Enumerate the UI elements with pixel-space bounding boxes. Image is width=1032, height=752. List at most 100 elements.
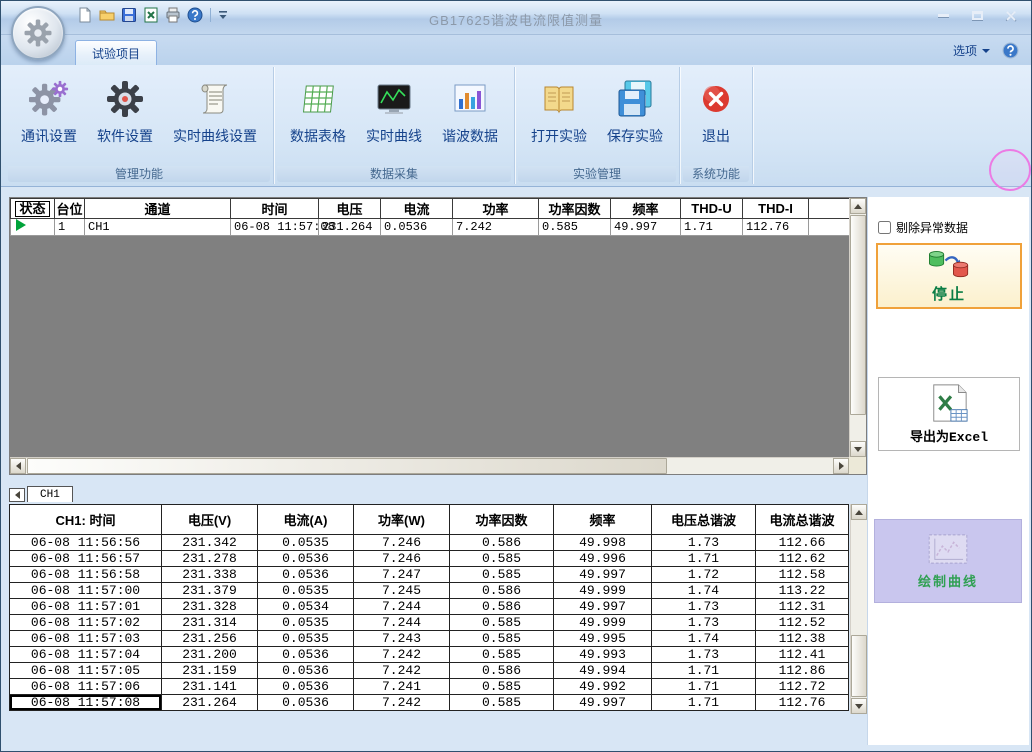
software-settings-button[interactable]: 软件设置 <box>87 71 163 150</box>
history-col-time[interactable]: CH1: 时间 <box>10 505 162 535</box>
history-value-cell: 231.328 <box>162 599 258 615</box>
tab-test-project[interactable]: 试验项目 <box>75 40 157 65</box>
harmonic-data-button[interactable]: 谐波数据 <box>432 71 508 150</box>
live-col-time[interactable]: 时间 <box>231 199 319 219</box>
options-label: 选项 <box>953 42 977 59</box>
history-row[interactable]: 06-08 11:56:57231.2780.05367.2460.58549.… <box>10 551 849 567</box>
history-value-cell: 231.264 <box>162 695 258 711</box>
history-value-cell: 49.992 <box>554 679 652 695</box>
history-time-cell: 06-08 11:57:08 <box>10 695 162 711</box>
history-col-power-factor[interactable]: 功率因数 <box>450 505 554 535</box>
scroll-up-button[interactable] <box>850 198 866 214</box>
live-col-frequency[interactable]: 频率 <box>611 199 681 219</box>
live-horizontal-scrollbar[interactable] <box>10 457 849 474</box>
history-value-cell: 0.0535 <box>258 631 354 647</box>
history-value-cell: 1.74 <box>652 583 756 599</box>
history-value-cell: 0.585 <box>450 679 554 695</box>
button-label: 谐波数据 <box>442 126 498 146</box>
live-status-cell <box>11 219 55 236</box>
history-vertical-scrollbar[interactable] <box>850 504 867 714</box>
options-menu-button[interactable]: 选项 <box>953 42 990 59</box>
scroll-left-button[interactable] <box>10 458 26 474</box>
history-header-row: CH1: 时间 电压(V) 电流(A) 功率(W) 功率因数 频率 电压总谐波 … <box>10 505 849 535</box>
ribbon-help-button[interactable] <box>1000 40 1021 61</box>
window-controls <box>931 7 1023 24</box>
minimize-button[interactable] <box>931 7 955 24</box>
live-col-power-factor[interactable]: 功率因数 <box>539 199 611 219</box>
scroll-down-button[interactable] <box>850 441 866 457</box>
close-button[interactable] <box>999 7 1023 24</box>
history-value-cell: 231.200 <box>162 647 258 663</box>
live-header-row: 状态 台位 通道 时间 电压 电流 功率 功率因数 频率 THD-U THD-I <box>11 199 850 219</box>
realtime-curve-icon <box>374 79 414 119</box>
history-col-current-thd[interactable]: 电流总谐波 <box>756 505 849 535</box>
history-row[interactable]: 06-08 11:57:02231.3140.05357.2440.58549.… <box>10 615 849 631</box>
maximize-button[interactable] <box>965 7 989 24</box>
minimize-icon <box>938 14 949 17</box>
history-value-cell: 7.246 <box>354 535 450 551</box>
history-value-cell: 49.996 <box>554 551 652 567</box>
live-filler-cell <box>809 219 850 236</box>
history-col-power[interactable]: 功率(W) <box>354 505 450 535</box>
history-value-cell: 112.58 <box>756 567 849 583</box>
scroll-up-button[interactable] <box>851 504 867 520</box>
draw-curve-button[interactable]: 绘制曲线 <box>874 519 1022 603</box>
data-table-button[interactable]: 数据表格 <box>280 71 356 150</box>
scroll-down-button[interactable] <box>851 698 867 714</box>
history-value-cell: 112.86 <box>756 663 849 679</box>
help-icon <box>1002 42 1019 59</box>
exit-button[interactable]: 退出 <box>686 71 746 150</box>
history-row[interactable]: 06-08 11:57:08231.2640.05367.2420.58549.… <box>10 695 849 711</box>
history-value-cell: 7.246 <box>354 551 450 567</box>
history-col-voltage-thd[interactable]: 电压总谐波 <box>652 505 756 535</box>
ribbon-group-management: 通讯设置 软件设置 实时曲线设置 管理功能 <box>5 67 274 184</box>
status-header-label: 状态 <box>15 201 49 217</box>
history-col-current[interactable]: 电流(A) <box>258 505 354 535</box>
history-row[interactable]: 06-08 11:57:03231.2560.05357.2430.58549.… <box>10 631 849 647</box>
history-row[interactable]: 06-08 11:57:00231.3790.05357.2450.58649.… <box>10 583 849 599</box>
history-row[interactable]: 06-08 11:57:06231.1410.05367.2410.58549.… <box>10 679 849 695</box>
live-row[interactable]: 1 CH1 06-08 11:57:08 231.264 0.0536 7.24… <box>11 219 850 236</box>
history-col-voltage[interactable]: 电压(V) <box>162 505 258 535</box>
live-col-station[interactable]: 台位 <box>55 199 85 219</box>
history-row[interactable]: 06-08 11:56:58231.3380.05367.2470.58549.… <box>10 567 849 583</box>
live-col-status[interactable]: 状态 <box>11 199 55 219</box>
history-row[interactable]: 06-08 11:57:01231.3280.05347.2440.58649.… <box>10 599 849 615</box>
ribbon-tab-row: 试验项目 选项 <box>1 35 1031 65</box>
scrollbar-thumb[interactable] <box>851 635 867 697</box>
client-area: 状态 台位 通道 时间 电压 电流 功率 功率因数 频率 THD-U THD-I <box>1 187 1031 751</box>
scrollbar-corner <box>849 457 866 474</box>
exclude-abnormal-label: 剔除异常数据 <box>896 219 968 236</box>
history-value-cell: 0.0534 <box>258 599 354 615</box>
scrollbar-thumb[interactable] <box>27 458 667 474</box>
save-experiment-button[interactable]: 保存实验 <box>597 71 673 150</box>
history-value-cell: 112.66 <box>756 535 849 551</box>
comm-settings-button[interactable]: 通讯设置 <box>11 71 87 150</box>
channel-tab-ch1[interactable]: CH1 <box>27 486 73 502</box>
history-row[interactable]: 06-08 11:57:05231.1590.05367.2420.58649.… <box>10 663 849 679</box>
application-menu-button[interactable] <box>11 6 65 60</box>
realtime-curve-button[interactable]: 实时曲线 <box>356 71 432 150</box>
live-vertical-scrollbar[interactable] <box>849 198 866 457</box>
live-col-current[interactable]: 电流 <box>381 199 453 219</box>
live-col-voltage[interactable]: 电压 <box>319 199 381 219</box>
live-col-thd-u[interactable]: THD-U <box>681 199 743 219</box>
history-row[interactable]: 06-08 11:57:04231.2000.05367.2420.58549.… <box>10 647 849 663</box>
curve-settings-button[interactable]: 实时曲线设置 <box>163 71 267 150</box>
open-experiment-button[interactable]: 打开实验 <box>521 71 597 150</box>
exclude-abnormal-checkbox[interactable] <box>878 221 891 234</box>
export-excel-button[interactable]: 导出为Excel <box>878 377 1020 451</box>
live-col-thd-i[interactable]: THD-I <box>743 199 809 219</box>
history-value-cell: 231.379 <box>162 583 258 599</box>
tab-scroll-button[interactable] <box>9 488 25 502</box>
history-value-cell: 49.997 <box>554 695 652 711</box>
live-col-power[interactable]: 功率 <box>453 199 539 219</box>
history-col-frequency[interactable]: 频率 <box>554 505 652 535</box>
scroll-right-button[interactable] <box>833 458 849 474</box>
history-value-cell: 1.73 <box>652 615 756 631</box>
live-col-channel[interactable]: 通道 <box>85 199 231 219</box>
scrollbar-thumb[interactable] <box>850 215 866 415</box>
history-row[interactable]: 06-08 11:56:56231.3420.05357.2460.58649.… <box>10 535 849 551</box>
stop-button[interactable]: 停止 <box>876 243 1022 309</box>
history-value-cell: 49.995 <box>554 631 652 647</box>
